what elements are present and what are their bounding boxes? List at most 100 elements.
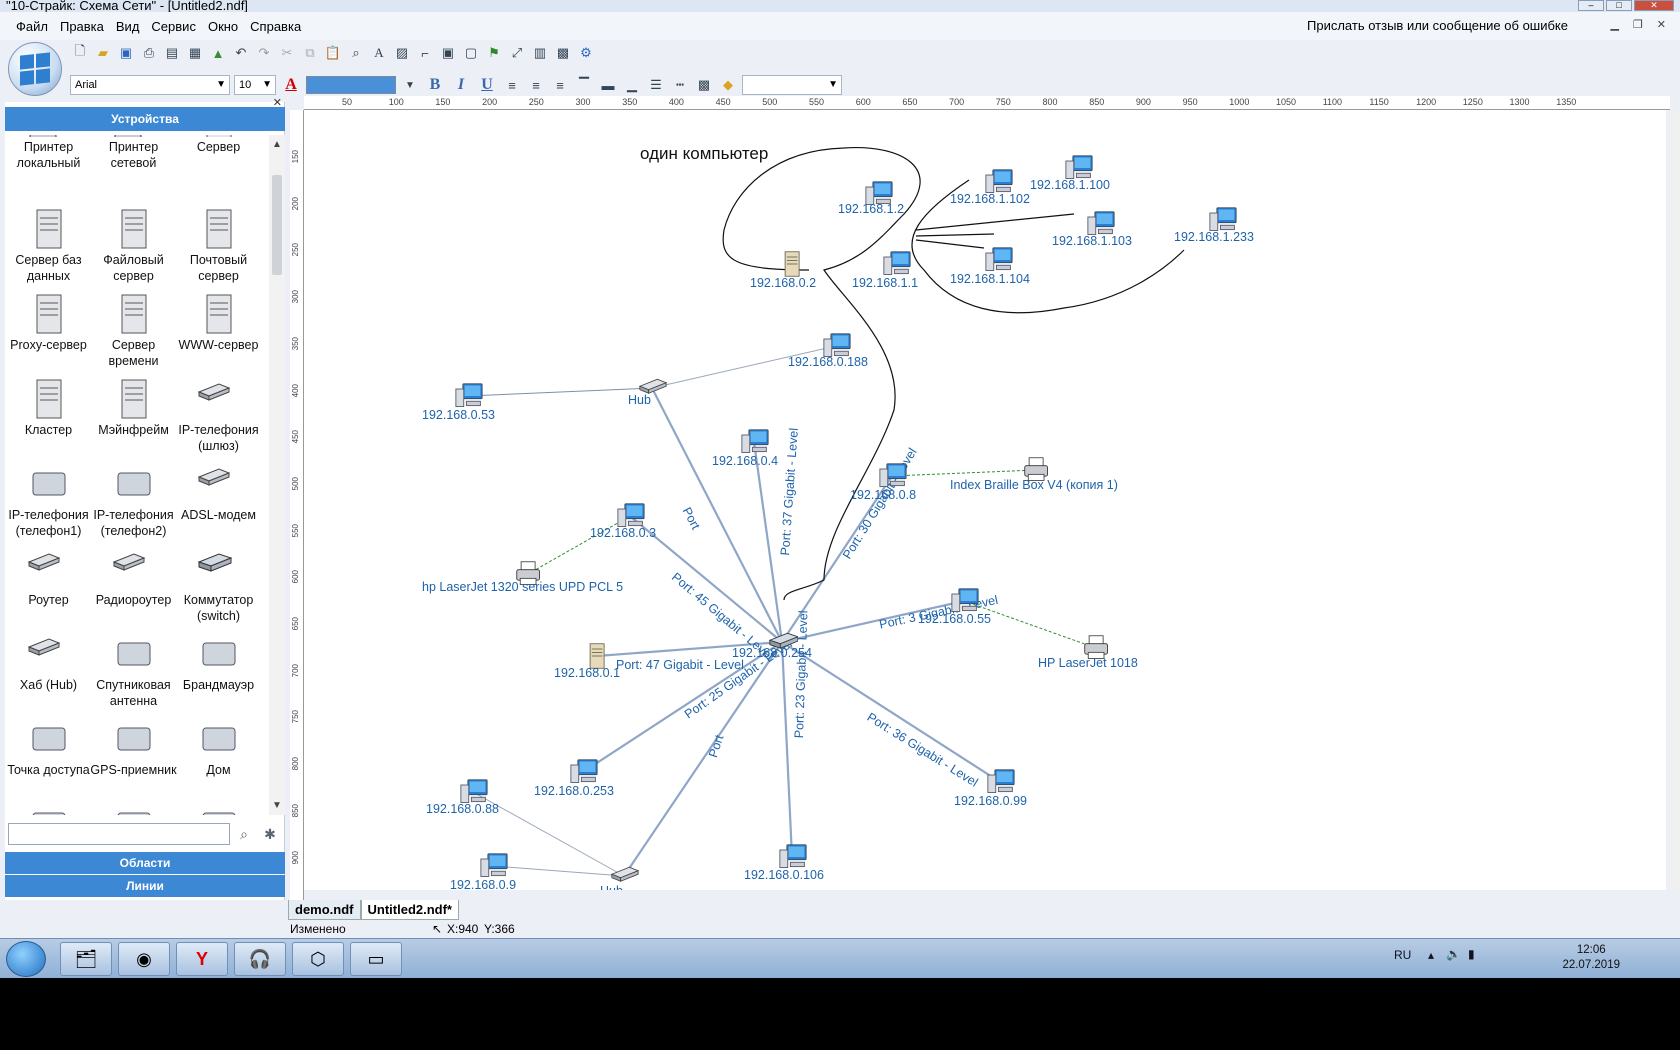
taskbar-yandex-icon[interactable]: Y <box>176 942 228 976</box>
device-satellite[interactable]: Спутниковая антенна <box>90 633 177 709</box>
search-icon[interactable]: ⌕ <box>233 823 255 845</box>
menu-service[interactable]: Сервис <box>145 19 202 34</box>
font-color-icon[interactable]: A <box>280 76 302 94</box>
device-radio-router[interactable]: Радиороутер <box>90 548 177 608</box>
device-switch[interactable]: Коммутатор (switch) <box>175 548 262 624</box>
node-label[interactable]: 192.168.1.102 <box>950 192 1030 206</box>
printer-link[interactable] <box>891 469 1037 477</box>
font-family-select[interactable]: Arial ▼ <box>70 75 230 95</box>
devices-panel-header[interactable]: Устройства <box>5 107 285 131</box>
device-ip-phone1[interactable]: IP-телефония (телефон1) <box>5 463 92 539</box>
menu-view[interactable]: Вид <box>110 19 146 34</box>
device-ip-phone2[interactable]: IP-телефония (телефон2) <box>90 463 177 539</box>
device-search-input[interactable] <box>8 823 230 845</box>
device-scanner[interactable] <box>90 803 177 815</box>
picture-icon[interactable]: ▩ <box>553 43 573 63</box>
connector-tool-icon[interactable]: ⌐ <box>415 43 435 63</box>
device-monitor[interactable] <box>175 803 262 815</box>
clock[interactable]: 12:06 22.07.2019 <box>1562 943 1620 973</box>
align-center-icon[interactable]: ≡ <box>526 75 546 95</box>
link-label[interactable]: Port: 47 Gigabit - Level <box>616 658 744 672</box>
export-icon[interactable]: ▲ <box>208 43 228 63</box>
group-icon[interactable]: ▣ <box>438 43 458 63</box>
device-adsl-modem[interactable]: ADSL-модем <box>175 463 262 523</box>
app-menu-orb[interactable] <box>8 42 62 96</box>
close-button[interactable]: ✕ <box>1634 0 1674 11</box>
valign-top-icon[interactable]: ▔ <box>574 75 594 95</box>
node-label[interactable]: Hub <box>628 393 651 407</box>
menu-edit[interactable]: Правка <box>54 19 110 34</box>
mdi-close-button[interactable]: ✕ <box>1657 18 1666 31</box>
settings-icon[interactable]: ⚙ <box>576 43 596 63</box>
node-label[interactable]: 192.168.0.3 <box>590 526 656 540</box>
save-icon[interactable]: ▣ <box>116 43 136 63</box>
device-gps[interactable]: GPS-приемник <box>90 718 177 778</box>
valign-bottom-icon[interactable]: ▁ <box>622 75 642 95</box>
node-label[interactable]: 192.168.1.104 <box>950 272 1030 286</box>
font-color-select[interactable] <box>306 76 396 94</box>
node-label[interactable]: 192.168.1.100 <box>1030 178 1110 192</box>
pattern-icon[interactable]: ▩ <box>694 75 714 95</box>
node-label[interactable]: 192.168.0.8 <box>850 488 916 502</box>
device-db-server[interactable]: Сервер баз данных <box>5 208 92 284</box>
valign-middle-icon[interactable]: ▬ <box>598 75 618 95</box>
scroll-down-icon[interactable]: ▼ <box>272 800 282 811</box>
new-file-icon[interactable]: 🗋 <box>70 43 90 63</box>
node-label[interactable]: 192.168.0.2 <box>750 276 816 290</box>
node-label[interactable]: HP LaserJet 1018 <box>1038 656 1138 670</box>
cut-icon[interactable]: ✂ <box>277 43 297 63</box>
tab-demo[interactable]: demo.ndf <box>288 900 361 920</box>
node-label[interactable]: 192.168.0.1 <box>554 666 620 680</box>
underline-icon[interactable]: U <box>476 76 498 94</box>
scan-icon[interactable]: ▦ <box>185 43 205 63</box>
fill-color-select[interactable]: ▼ <box>742 75 842 95</box>
node-label[interactable]: Hub <box>600 884 623 890</box>
node-label[interactable]: 192.168.1.103 <box>1052 234 1132 248</box>
ungroup-icon[interactable]: ▢ <box>461 43 481 63</box>
device-house[interactable]: Дом <box>175 718 262 778</box>
devices-scrollbar[interactable]: ▲ ▼ <box>269 135 285 815</box>
menu-file[interactable]: Файл <box>10 19 54 34</box>
start-button[interactable] <box>6 941 46 977</box>
node-label[interactable]: 192.168.0.106 <box>744 868 824 882</box>
align-right-icon[interactable]: ≡ <box>550 75 570 95</box>
diagram-note[interactable]: один компьютер <box>640 144 768 164</box>
scroll-up-icon[interactable]: ▲ <box>272 139 282 150</box>
tab-untitled2[interactable]: Untitled2.ndf* <box>360 900 459 920</box>
taskbar-explorer-icon[interactable]: 🗂 <box>60 942 112 976</box>
device-cluster[interactable]: Кластер <box>5 378 92 438</box>
scan-network-icon[interactable]: ⚑ <box>484 43 504 63</box>
mdi-minimize-button[interactable]: ▁ <box>1610 18 1618 31</box>
node-label[interactable]: 192.168.0.55 <box>918 612 991 626</box>
hub-link[interactable] <box>492 865 625 877</box>
network-link[interactable] <box>752 441 784 643</box>
italic-icon[interactable]: I <box>450 76 472 94</box>
node-label[interactable]: 192.168.1.2 <box>838 202 904 216</box>
device-mainframe[interactable]: Мэйнфрейм <box>90 378 177 438</box>
node-label[interactable]: hp LaserJet 1320 series UPD PCL 5 <box>422 580 623 594</box>
device-file-server[interactable]: Файловый сервер <box>90 208 177 284</box>
device-hub[interactable]: Хаб (Hub) <box>5 633 92 693</box>
copy-icon[interactable]: ⧉ <box>300 43 320 63</box>
device-router[interactable]: Роутер <box>5 548 92 608</box>
find-icon[interactable]: ⌕ <box>346 43 366 63</box>
font-size-select[interactable]: 10 ▼ <box>234 75 276 95</box>
node-label[interactable]: 192.168.0.9 <box>450 878 516 890</box>
paste-icon[interactable]: 📋 <box>323 43 343 63</box>
device-www-server[interactable]: WWW-сервер <box>175 293 262 353</box>
device-time-server[interactable]: Сервер времени <box>90 293 177 369</box>
feedback-link[interactable]: Прислать отзыв или сообщение об ошибке <box>1307 18 1568 33</box>
taskbar-audio-icon[interactable]: 🎧 <box>234 942 286 976</box>
mdi-restore-button[interactable]: ❐ <box>1633 18 1643 31</box>
bold-icon[interactable]: B <box>424 76 446 94</box>
device-proxy-server[interactable]: Proxy-сервер <box>5 293 92 353</box>
node-label[interactable]: 192.168.0.99 <box>954 794 1027 808</box>
node-label[interactable]: 192.168.1.233 <box>1174 230 1254 244</box>
line-width-icon[interactable]: ☰ <box>646 75 666 95</box>
network-link[interactable] <box>623 641 783 877</box>
hub-link[interactable] <box>467 387 653 397</box>
filter-icon[interactable]: ✱ <box>259 823 281 845</box>
node-label[interactable]: 192.168.0.53 <box>422 408 495 422</box>
open-folder-icon[interactable]: ▰ <box>93 43 113 63</box>
layers-icon[interactable]: ▥ <box>530 43 550 63</box>
